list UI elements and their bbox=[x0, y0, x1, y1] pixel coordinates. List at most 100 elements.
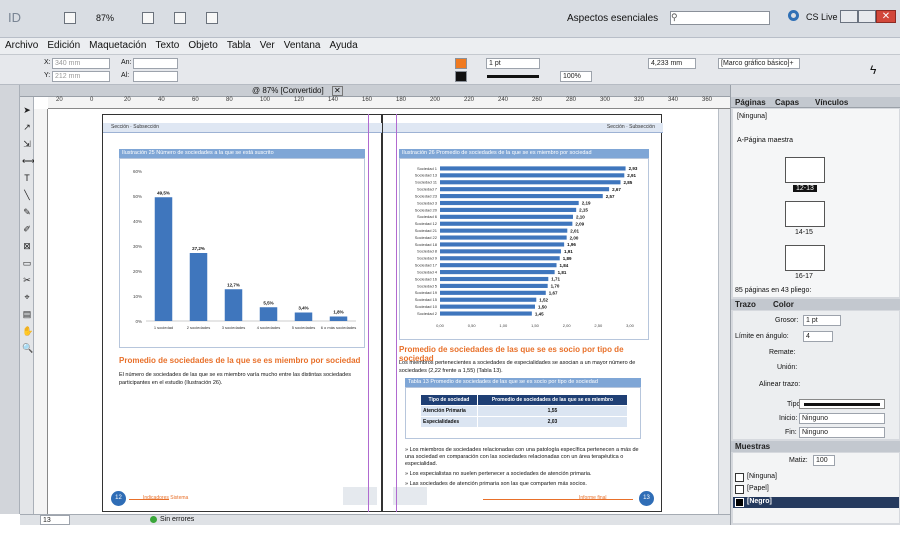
search-input[interactable]: ⚲ bbox=[670, 11, 770, 25]
weight-field[interactable]: 1 pt bbox=[803, 315, 841, 326]
data-label: 2,85 bbox=[624, 180, 633, 185]
category-label: 6 o más sociedades bbox=[321, 325, 357, 330]
menu-maquetación[interactable]: Maquetación bbox=[84, 38, 150, 51]
menu-archivo[interactable]: Archivo bbox=[0, 38, 42, 51]
minimize-button[interactable] bbox=[840, 10, 858, 23]
bar bbox=[440, 173, 625, 178]
lightning-icon[interactable]: ϟ bbox=[870, 63, 876, 77]
swatch-none[interactable]: [Ninguna] bbox=[747, 473, 777, 480]
start-select[interactable]: Ninguno bbox=[799, 413, 885, 424]
close-tab-icon[interactable]: ✕ bbox=[332, 86, 343, 96]
stroke-weight-field[interactable]: 1 pt bbox=[486, 58, 540, 69]
ruler-tick-label: 240 bbox=[498, 97, 509, 103]
none-master[interactable]: [Ninguna] bbox=[737, 113, 767, 120]
menu-texto[interactable]: Texto bbox=[150, 38, 183, 51]
stroke-type-select[interactable] bbox=[799, 399, 885, 409]
menu-objeto[interactable]: Objeto bbox=[183, 38, 221, 51]
tint-field[interactable]: 100 bbox=[813, 455, 835, 466]
scissors-tool-icon[interactable]: ✂ bbox=[22, 275, 32, 285]
zoom-level[interactable]: 87% bbox=[96, 13, 114, 23]
menu-edición[interactable]: Edición bbox=[42, 38, 84, 51]
hand-tool-icon[interactable]: ✋ bbox=[22, 326, 33, 336]
panel-tab-capas[interactable]: Capas bbox=[775, 98, 799, 107]
fill-swatch[interactable] bbox=[455, 58, 467, 69]
spread-label: 12-13 bbox=[793, 185, 817, 192]
panel-tab-vínculos[interactable]: Vínculos bbox=[815, 98, 848, 107]
line-tool-icon[interactable]: ╲ bbox=[22, 190, 32, 200]
miter-field[interactable]: 4 bbox=[803, 331, 833, 342]
ruler-tick-label: 220 bbox=[464, 97, 475, 103]
panel-tab-color[interactable]: Color bbox=[773, 300, 794, 309]
y-field[interactable]: 212 mm bbox=[52, 71, 110, 82]
vertical-ruler[interactable] bbox=[34, 109, 48, 514]
gap-tool-icon[interactable]: ⟷ bbox=[22, 156, 35, 166]
x-field[interactable]: 340 mm bbox=[52, 58, 110, 69]
arrange-documents-icon[interactable] bbox=[206, 12, 218, 24]
zoom-tool-icon[interactable]: 🔍 bbox=[22, 343, 33, 353]
bar bbox=[224, 289, 243, 321]
document-tab[interactable]: @ 87% [Convertido] bbox=[252, 86, 324, 95]
page-12[interactable]: Sección · Subsección Ilustración 25 Núme… bbox=[102, 114, 383, 512]
opacity-field[interactable]: 100% bbox=[560, 71, 592, 82]
bar bbox=[440, 276, 549, 282]
swatch-black[interactable]: [Negro] bbox=[747, 498, 772, 505]
category-label: Sociedad 3 bbox=[417, 200, 438, 205]
search-icon: ⚲ bbox=[671, 12, 678, 22]
panel-tab-páginas[interactable]: Páginas bbox=[735, 98, 766, 107]
selection-tool-icon[interactable]: ➤ bbox=[22, 105, 32, 115]
control-panel: X: 340 mm Y: 212 mm An: Al: 1 pt 100% 4,… bbox=[0, 55, 900, 85]
spread-thumb-12-13[interactable] bbox=[785, 157, 825, 183]
spread-thumb-16-17[interactable] bbox=[785, 245, 825, 271]
tools-grip bbox=[0, 85, 20, 514]
direct-selection-tool-icon[interactable]: ↗ bbox=[22, 122, 32, 132]
page-13[interactable]: Sección · Subsección Ilustración 26 Prom… bbox=[382, 114, 663, 512]
spread-thumb-14-15[interactable] bbox=[785, 201, 825, 227]
gradient-tool-icon[interactable]: ▤ bbox=[22, 309, 32, 319]
master-page[interactable]: A-Página maestra bbox=[737, 137, 793, 144]
restore-button[interactable] bbox=[858, 10, 876, 23]
miter-label: Límite en ángulo: bbox=[735, 333, 789, 340]
data-label: 2,91 bbox=[627, 173, 636, 178]
data-label: 1,84 bbox=[560, 263, 569, 268]
x-tick-label: 1,50 bbox=[531, 323, 540, 328]
stroke-type-preview[interactable] bbox=[487, 75, 539, 78]
width-field[interactable] bbox=[133, 58, 178, 69]
preflight-status[interactable]: Sin errores bbox=[160, 516, 194, 523]
screen-mode-icon[interactable] bbox=[174, 12, 186, 24]
swatch-paper[interactable]: [Papel] bbox=[747, 485, 769, 492]
cs-live-icon bbox=[788, 10, 799, 21]
rectangle-frame-tool-icon[interactable]: ⊠ bbox=[22, 241, 32, 251]
close-button[interactable]: ✕ bbox=[876, 10, 896, 23]
menu-ver[interactable]: Ver bbox=[255, 38, 279, 51]
ruler-tick-label: 20 bbox=[124, 97, 131, 103]
free-transform-tool-icon[interactable]: ⌖ bbox=[22, 292, 32, 302]
menu-ventana[interactable]: Ventana bbox=[279, 38, 325, 51]
panel-tab-trazo[interactable]: Trazo bbox=[735, 300, 756, 309]
page-number-field[interactable]: 13 bbox=[40, 515, 70, 525]
swatches-tab[interactable]: Muestras bbox=[735, 442, 770, 451]
stroke-offset-field[interactable]: 4,233 mm bbox=[648, 58, 696, 69]
bridge-icon[interactable] bbox=[64, 12, 76, 24]
pen-tool-icon[interactable]: ✎ bbox=[22, 207, 32, 217]
view-options-icon[interactable] bbox=[142, 12, 154, 24]
people-illustration bbox=[393, 487, 427, 505]
workspace-switcher[interactable]: Aspectos esenciales bbox=[567, 13, 658, 24]
pasteboard[interactable]: Sección · Subsección Ilustración 25 Núme… bbox=[48, 109, 718, 514]
menu-ayuda[interactable]: Ayuda bbox=[324, 38, 361, 51]
page-tool-icon[interactable]: ⇲ bbox=[22, 139, 32, 149]
data-label: 1,67 bbox=[549, 291, 558, 296]
cs-live-button[interactable]: CS Live bbox=[806, 12, 838, 22]
menu-tabla[interactable]: Tabla bbox=[222, 38, 255, 51]
end-select[interactable]: Ninguno bbox=[799, 427, 885, 438]
rectangle-tool-icon[interactable]: ▭ bbox=[22, 258, 32, 268]
type-tool-icon[interactable]: T bbox=[22, 173, 32, 183]
horizontal-ruler[interactable]: 20 0 20 40 60 80 100 120 140 160 180 200 220 240 260 28… bbox=[48, 97, 730, 109]
stroke-swatch[interactable] bbox=[455, 71, 467, 82]
pencil-tool-icon[interactable]: ✐ bbox=[22, 224, 32, 234]
height-field[interactable] bbox=[133, 71, 178, 82]
object-style-select[interactable]: [Marco gráfico básico]+ bbox=[718, 58, 800, 69]
category-label: Sociedad 16 bbox=[415, 276, 438, 281]
ruler-tick-label: 120 bbox=[294, 97, 305, 103]
vertical-scrollbar[interactable] bbox=[718, 109, 730, 514]
chart-area: 60% 50% 40% 30% 20% 10% 0% 49,5% 1 sociedad 27,2%… bbox=[119, 158, 365, 348]
